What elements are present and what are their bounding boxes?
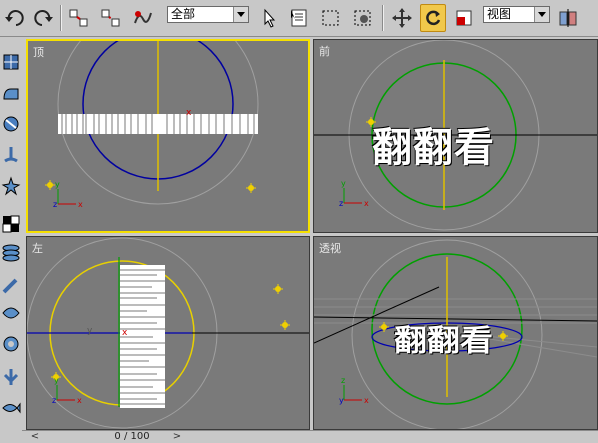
command-tools (0, 37, 22, 442)
create-shapes-icon[interactable] (1, 84, 21, 104)
prev-frame-icon[interactable]: < (28, 432, 42, 443)
svg-text:x: x (122, 328, 128, 338)
next-frame-icon[interactable]: > (170, 432, 184, 443)
chevron-down-icon[interactable] (233, 7, 248, 22)
svg-text:x: x (364, 396, 369, 405)
svg-text:x: x (78, 200, 83, 209)
logo-text-perspective: 翻翻看 (394, 322, 493, 358)
logo-text-front: 翻翻看 (372, 125, 495, 171)
svg-text:y: y (341, 179, 346, 188)
unlink-icon[interactable] (98, 4, 124, 32)
viewport-left[interactable]: y x y x z 左 (26, 236, 310, 430)
fish-icon[interactable] (1, 398, 21, 418)
svg-text:z: z (53, 200, 57, 209)
viewport-left-scene: y x y x z (27, 237, 309, 429)
axis-tripod-front: y x z (339, 179, 369, 208)
pivot-center-icon[interactable] (555, 4, 581, 32)
select-by-name-icon[interactable] (286, 4, 312, 32)
undo-icon[interactable] (2, 4, 28, 32)
utilities-icon[interactable] (1, 334, 21, 354)
viewport-label: 前 (319, 45, 330, 58)
viewport-perspective[interactable]: z x y 翻翻看 透视 (313, 236, 598, 430)
create-helpers-icon[interactable] (1, 176, 21, 196)
move-icon[interactable] (389, 4, 415, 32)
reference-coord-value: 视图 (487, 7, 512, 21)
svg-text:z: z (339, 199, 343, 208)
svg-text:z: z (341, 376, 345, 385)
viewport-top[interactable]: x y x z 顶 (26, 39, 310, 233)
chevron-down-icon[interactable] (534, 7, 549, 22)
svg-text:x: x (364, 199, 369, 208)
axis-tripod-perspective: z x y (339, 376, 369, 405)
redo-icon[interactable] (30, 4, 56, 32)
bind-space-warp-icon[interactable] (130, 4, 156, 32)
svg-text:x: x (77, 396, 82, 405)
selection-filter-dropdown[interactable]: 全部 (167, 6, 249, 23)
rect-selection-icon[interactable] (318, 4, 344, 32)
svg-text:y: y (54, 376, 59, 385)
display-icon[interactable] (1, 303, 21, 323)
viewport-top-scene: x y x z (45, 41, 259, 209)
create-geometry-icon[interactable] (1, 52, 21, 72)
select-object-icon[interactable] (256, 4, 282, 32)
window-crossing-icon[interactable] (350, 4, 376, 32)
select-link-icon[interactable] (66, 4, 92, 32)
scale-icon[interactable] (451, 4, 477, 32)
svg-text:x: x (186, 108, 192, 118)
light-marker (273, 284, 283, 294)
svg-text:z: z (52, 396, 56, 405)
viewport-front[interactable]: y x z 翻翻看 前 (313, 39, 598, 233)
viewport-label: 左 (32, 242, 43, 255)
viewport-label: 透视 (319, 242, 341, 255)
selection-filter-value: 全部 (171, 7, 196, 21)
modify-icon[interactable] (1, 214, 21, 234)
svg-text:y: y (339, 396, 344, 405)
axis-tripod-top: y x z (53, 180, 83, 209)
rotate-icon[interactable] (420, 4, 446, 32)
light-marker (45, 180, 55, 190)
light-marker (246, 183, 256, 193)
wrench-icon[interactable] (1, 367, 21, 387)
motion-icon[interactable] (1, 275, 21, 295)
light-marker (280, 320, 290, 330)
svg-text:y: y (87, 326, 93, 336)
hierarchy-icon[interactable] (1, 243, 21, 263)
logo-barcode-top (58, 114, 258, 134)
create-lights-icon[interactable] (1, 114, 21, 134)
create-cameras-icon[interactable] (1, 145, 21, 165)
main-toolbar: 全部 视图 (0, 0, 598, 37)
svg-text:y: y (55, 180, 60, 189)
reference-coord-dropdown[interactable]: 视图 (483, 6, 550, 23)
light-marker (498, 331, 508, 341)
frame-counter: 0 / 100 (114, 431, 150, 442)
time-slider[interactable]: < 0 / 100 > (22, 430, 598, 443)
viewport-label: 顶 (33, 46, 44, 59)
